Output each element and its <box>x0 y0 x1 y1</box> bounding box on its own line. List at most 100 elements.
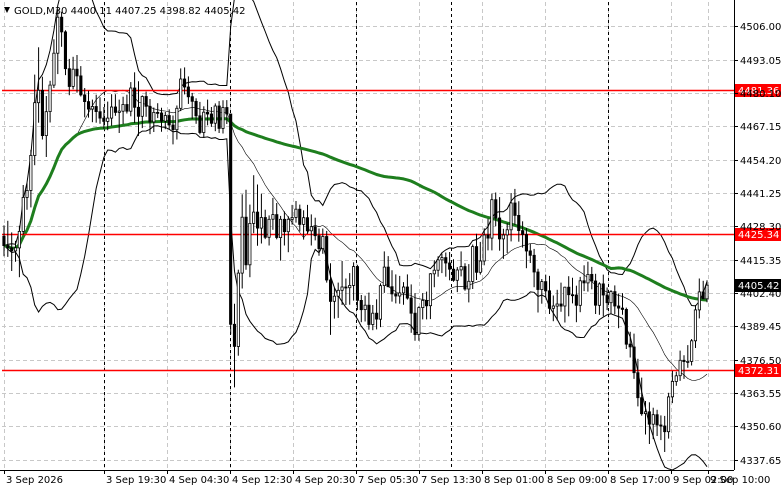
candle-body <box>582 280 586 284</box>
candle-body <box>463 266 467 290</box>
candle-body <box>328 279 333 302</box>
candle-body <box>513 202 517 216</box>
candle-body <box>121 104 125 112</box>
candle-body <box>75 68 79 77</box>
candle-body <box>186 86 190 98</box>
candle-body <box>390 286 394 295</box>
candle-body <box>63 31 68 70</box>
candle-body <box>378 285 382 320</box>
candle-body <box>309 226 313 232</box>
candle-body <box>375 312 379 320</box>
candle[interactable] <box>229 113 233 335</box>
candle[interactable] <box>63 30 68 76</box>
candle-body <box>432 269 436 275</box>
candle-body <box>436 259 440 271</box>
candle-body <box>125 104 129 112</box>
candle-body <box>567 286 571 296</box>
candle[interactable] <box>624 307 628 349</box>
candle-body <box>275 214 279 238</box>
candle-body <box>48 84 52 112</box>
y-tick-label: 4506.00 <box>740 22 781 33</box>
x-tick-label: 4 Sep 04:30 <box>169 475 229 486</box>
candle-body <box>617 305 621 309</box>
candle-body <box>194 101 198 117</box>
candle-body <box>682 359 686 362</box>
x-tick-label: 8 Sep 09:00 <box>547 475 607 486</box>
level-price-label: 4372.31 <box>738 366 779 377</box>
candle[interactable] <box>667 392 671 439</box>
candle-body <box>394 293 398 297</box>
candle-body <box>240 216 244 274</box>
candle-body <box>6 245 10 249</box>
candle-body <box>655 414 659 426</box>
candle-body <box>332 295 336 302</box>
candle-body <box>10 247 14 252</box>
candle-body <box>152 112 156 123</box>
candle-body <box>302 217 306 225</box>
candle-body <box>252 211 256 224</box>
candle[interactable] <box>217 101 221 133</box>
candle-body <box>690 340 694 362</box>
candle-body <box>113 106 118 113</box>
candle-body <box>232 323 237 347</box>
candle-body <box>367 304 371 325</box>
candle-body <box>56 16 60 54</box>
y-tick-label: 4363.55 <box>740 389 781 400</box>
candle-body <box>555 303 559 307</box>
candle-body <box>667 396 671 433</box>
candle-body <box>106 117 110 122</box>
candle-body <box>490 199 494 239</box>
price-chart[interactable]: 4481.364425.344372.31 4506.004493.054480… <box>0 0 781 489</box>
candle-body <box>571 294 575 297</box>
candle-body <box>117 110 121 113</box>
candle-body <box>298 208 302 225</box>
candle-body <box>37 89 41 104</box>
candle[interactable] <box>463 263 467 291</box>
candle-body <box>536 271 540 290</box>
candle-body <box>83 94 87 103</box>
candle-body <box>509 202 513 231</box>
candle-body <box>129 87 133 112</box>
candle-body <box>271 214 275 220</box>
candle-body <box>644 411 648 414</box>
candle-body <box>647 411 651 425</box>
y-tick-label: 4376.50 <box>740 356 781 367</box>
candle-body <box>632 346 636 374</box>
candle-body <box>659 424 663 427</box>
candle-body <box>305 217 309 232</box>
candle-body <box>25 189 29 198</box>
candle-body <box>559 303 563 307</box>
candle-body <box>321 236 325 250</box>
candle-body <box>578 280 582 306</box>
x-tick-label: 8 Sep 17:00 <box>610 475 670 486</box>
candle-body <box>551 305 555 309</box>
candle-body <box>609 291 613 304</box>
candle-body <box>601 283 605 296</box>
candle-body <box>494 199 498 219</box>
candle-body <box>348 284 352 289</box>
candle-body <box>501 234 505 240</box>
candle[interactable] <box>690 339 694 366</box>
candle[interactable] <box>236 269 240 356</box>
x-tick-label: 7 Sep 05:30 <box>358 475 418 486</box>
candle-body <box>255 211 260 229</box>
candle-body <box>540 281 544 291</box>
y-tick-label: 4467.15 <box>740 122 781 133</box>
chart-root[interactable]: 4481.36 4425.34 4372.31 4506.00 4493.05 4480… <box>0 0 781 489</box>
candle-body <box>705 284 709 300</box>
candle-body <box>148 105 152 123</box>
x-tick-label: 8 Sep 01:00 <box>484 475 544 486</box>
candle-body <box>325 236 329 281</box>
candle[interactable] <box>325 230 329 283</box>
candle-body <box>459 266 463 271</box>
candle-body <box>278 218 283 239</box>
candle-body <box>244 216 248 266</box>
candle-body <box>144 96 148 107</box>
candle-body <box>605 294 609 304</box>
x-tick-label: 4 Sep 20:30 <box>295 475 355 486</box>
candle-body <box>474 246 479 273</box>
candle-body <box>421 299 425 308</box>
candle-body <box>359 299 363 311</box>
candle-body <box>202 111 206 133</box>
candle-body <box>697 291 701 311</box>
